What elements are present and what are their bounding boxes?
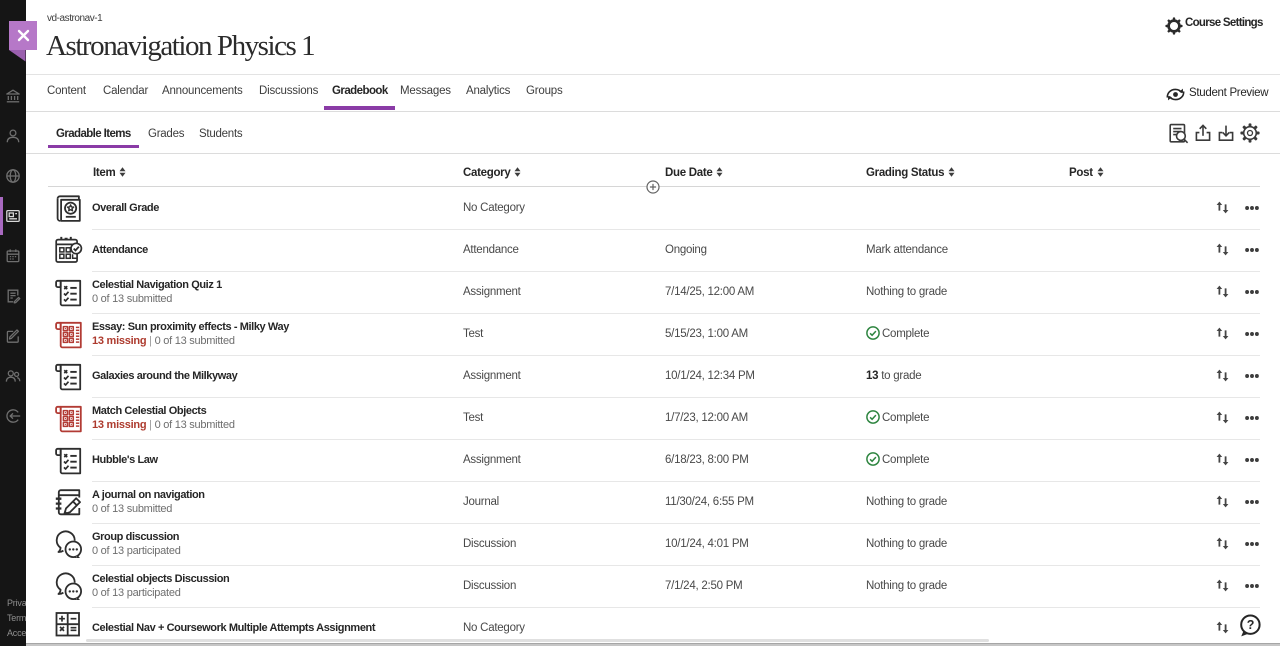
svg-text:?: ? xyxy=(1247,618,1255,632)
